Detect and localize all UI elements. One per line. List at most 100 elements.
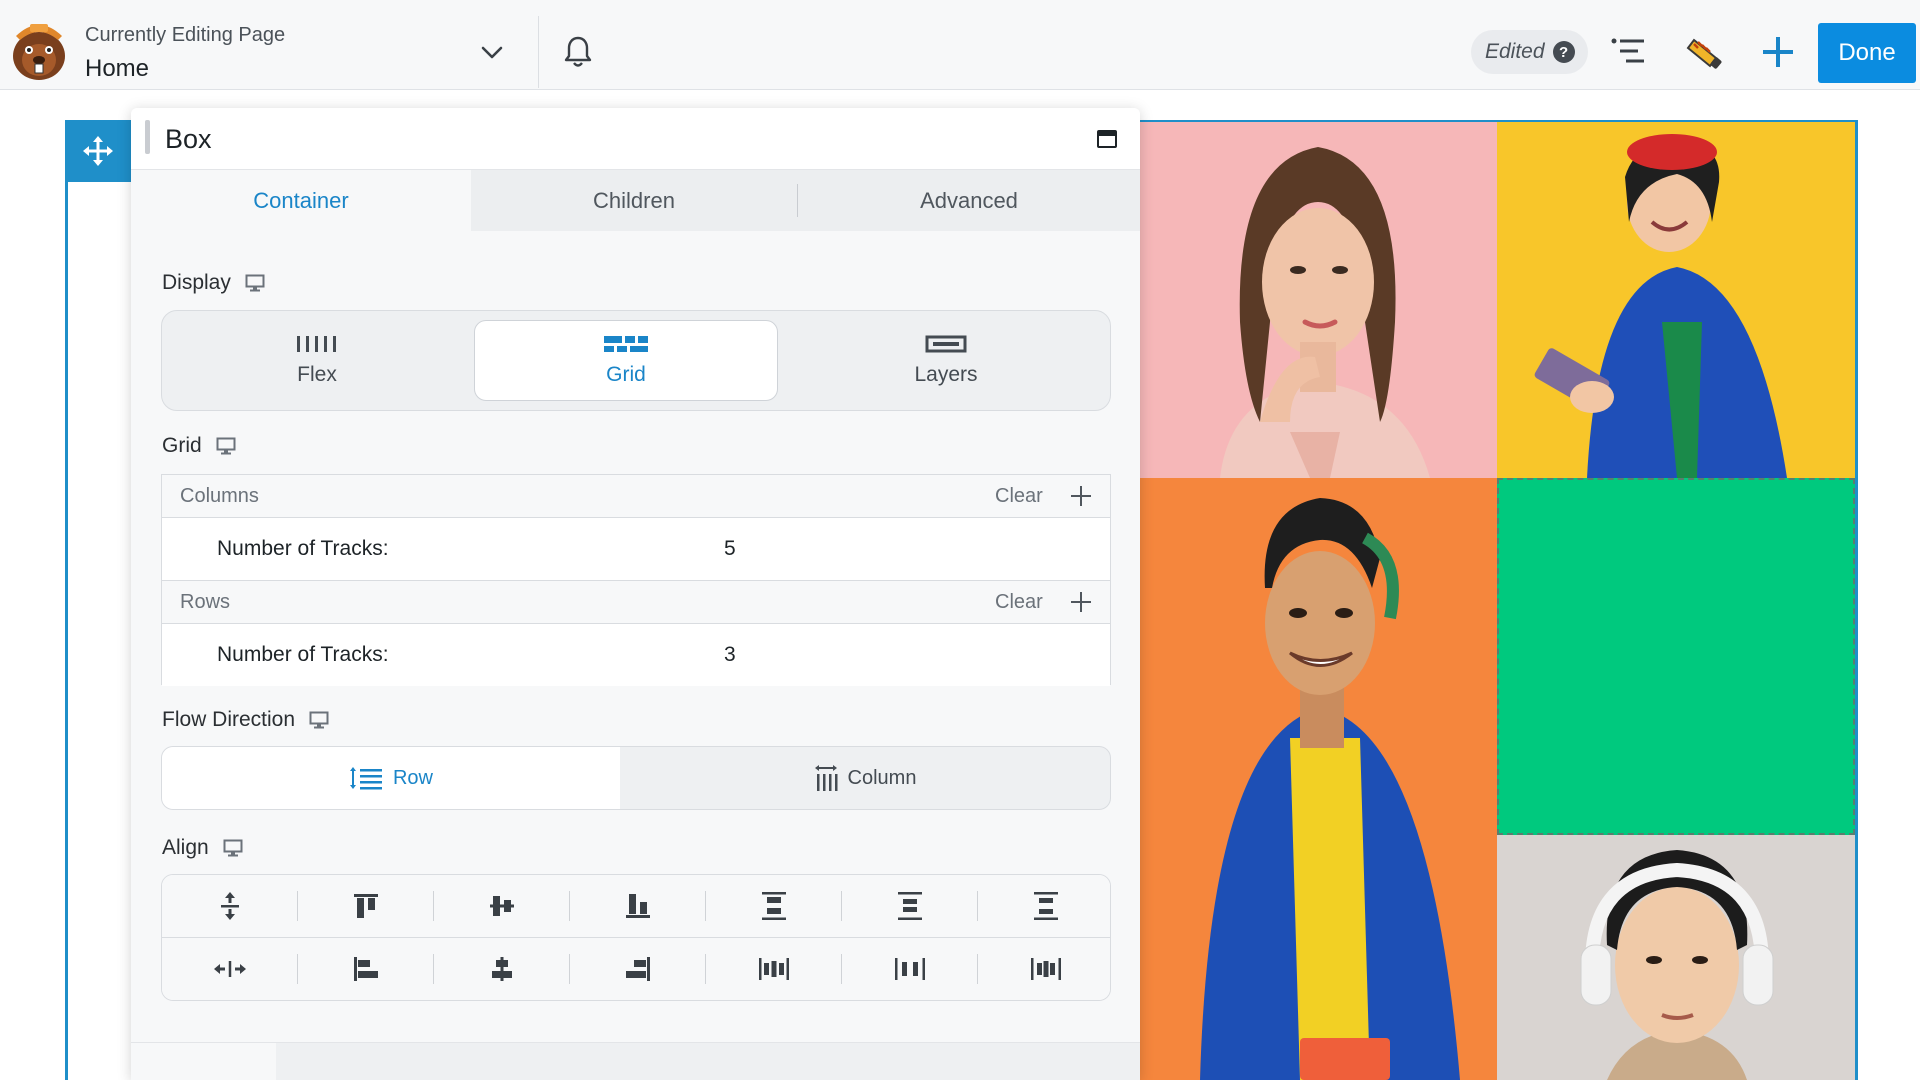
flow-row-icon	[349, 767, 382, 790]
columns-tracks-label: Number of Tracks:	[217, 537, 389, 560]
global-styles-brush-icon[interactable]	[1684, 32, 1724, 72]
display-mode-selector: Flex Grid Layers	[161, 310, 1111, 411]
tab-advanced[interactable]: Advanced	[798, 170, 1140, 231]
toolbar-divider	[538, 16, 539, 88]
maximize-icon[interactable]	[1097, 130, 1117, 148]
horizontal-align-row	[162, 938, 1110, 1000]
display-grid-option[interactable]: Grid	[474, 320, 778, 401]
rows-tracks-label: Number of Tracks:	[217, 643, 389, 666]
outline-list-icon[interactable]	[1610, 36, 1648, 68]
align-middle-icon	[489, 896, 514, 916]
panel-header[interactable]: Box	[131, 108, 1140, 170]
add-row-plus-icon[interactable]	[1070, 591, 1092, 613]
add-column-plus-icon[interactable]	[1070, 485, 1092, 507]
rows-tracks-value[interactable]: 3	[724, 643, 736, 667]
box-settings-panel: Box Container Children Advanced Display …	[131, 108, 1140, 1080]
align-left-icon	[353, 957, 378, 981]
edited-label: Edited	[1485, 40, 1545, 63]
panel-tabs: Container Children Advanced	[131, 170, 1140, 231]
space-evenly-vertical-icon	[1033, 892, 1058, 920]
columns-header: Columns Clear	[162, 475, 1110, 517]
page-name: Home	[85, 55, 150, 82]
tab-container[interactable]: Container	[131, 170, 471, 231]
display-layers-option[interactable]: Layers	[782, 311, 1110, 410]
vertical-align-row	[162, 875, 1110, 937]
align-section-label: Align	[162, 836, 243, 860]
chevron-down-icon	[481, 46, 503, 59]
align-bottom-icon	[625, 894, 650, 918]
align-middle-button[interactable]	[434, 875, 569, 937]
space-between-horizontal-button[interactable]	[706, 938, 841, 1000]
space-between-vertical-button[interactable]	[706, 875, 841, 937]
rows-label: Rows	[180, 590, 231, 613]
responsive-monitor-icon[interactable]	[216, 437, 236, 455]
photo-woman-pink[interactable]	[1140, 122, 1497, 478]
grid-section-label: Grid	[162, 434, 236, 458]
photo-man-orange[interactable]	[1140, 478, 1497, 1080]
responsive-monitor-icon[interactable]	[245, 274, 265, 292]
rows-tracks-row[interactable]: Number of Tracks: 3	[162, 624, 1110, 686]
layers-label: Layers	[914, 362, 978, 386]
space-around-horizontal-icon	[894, 958, 925, 980]
notifications-button[interactable]	[560, 32, 596, 72]
align-top-button[interactable]	[298, 875, 433, 937]
align-left-button[interactable]	[298, 938, 433, 1000]
space-evenly-horizontal-button[interactable]	[978, 938, 1110, 1000]
panel-footer-left	[131, 1043, 276, 1080]
align-bottom-button[interactable]	[570, 875, 705, 937]
align-label: Align	[162, 836, 209, 859]
align-controls	[161, 874, 1111, 1001]
move-arrows-icon	[83, 136, 113, 166]
flex-icon	[297, 335, 336, 352]
align-stretch-vertical-button[interactable]	[162, 875, 297, 937]
columns-tracks-value[interactable]: 5	[724, 537, 736, 561]
space-around-horizontal-button[interactable]	[842, 938, 977, 1000]
tab-children[interactable]: Children	[471, 170, 797, 231]
editing-label: Currently Editing Page	[85, 24, 286, 46]
drag-grip[interactable]	[145, 120, 150, 154]
align-right-button[interactable]	[570, 938, 705, 1000]
flow-column-label: Column	[847, 766, 917, 789]
photo-grid	[1140, 122, 1855, 1080]
align-stretch-horizontal-icon	[213, 961, 246, 977]
done-button[interactable]: Done	[1818, 23, 1916, 83]
space-between-horizontal-icon	[758, 958, 789, 980]
photo-man-headphones[interactable]	[1497, 835, 1855, 1080]
space-evenly-vertical-button[interactable]	[978, 875, 1110, 937]
flex-label: Flex	[297, 362, 337, 386]
edited-status-badge[interactable]: Edited ?	[1471, 30, 1588, 74]
display-flex-option[interactable]: Flex	[162, 311, 472, 410]
top-toolbar: Currently Editing Page Home Edited ? Don…	[0, 0, 1920, 90]
empty-green-cell[interactable]	[1497, 478, 1855, 835]
grid-section-title: Grid	[162, 434, 202, 457]
layers-icon	[925, 335, 967, 352]
space-evenly-horizontal-icon	[1030, 958, 1061, 980]
columns-clear-button[interactable]: Clear	[995, 485, 1043, 508]
align-stretch-horizontal-button[interactable]	[162, 938, 297, 1000]
add-content-plus-icon[interactable]	[1760, 34, 1796, 70]
columns-tracks-row[interactable]: Number of Tracks: 5	[162, 518, 1110, 580]
grid-label: Grid	[606, 362, 646, 386]
responsive-monitor-icon[interactable]	[309, 711, 329, 729]
display-section-label: Display	[162, 271, 265, 295]
panel-title: Box	[165, 124, 212, 154]
flow-row-option[interactable]: Row	[162, 747, 620, 809]
page-info[interactable]: Currently Editing Page Home	[85, 24, 285, 83]
bell-icon	[564, 36, 592, 67]
space-around-vertical-icon	[897, 892, 922, 920]
flow-column-option[interactable]: Column	[620, 747, 1110, 809]
photo-woman-yellow[interactable]	[1497, 122, 1855, 478]
align-stretch-vertical-icon	[220, 892, 239, 920]
align-center-button[interactable]	[434, 938, 569, 1000]
page-dropdown-button[interactable]	[476, 38, 508, 66]
rows-clear-button[interactable]: Clear	[995, 591, 1043, 614]
move-handle[interactable]	[65, 120, 131, 182]
flow-direction-label: Flow Direction	[162, 708, 296, 731]
beaver-logo-icon[interactable]	[6, 20, 72, 82]
responsive-monitor-icon[interactable]	[223, 839, 243, 857]
columns-label: Columns	[180, 484, 259, 507]
flow-direction-selector: Row Column	[161, 746, 1111, 810]
grid-tracks-editor: Columns Clear Number of Tracks: 5 Rows C…	[161, 474, 1111, 686]
space-between-vertical-icon	[761, 892, 786, 920]
space-around-vertical-button[interactable]	[842, 875, 977, 937]
